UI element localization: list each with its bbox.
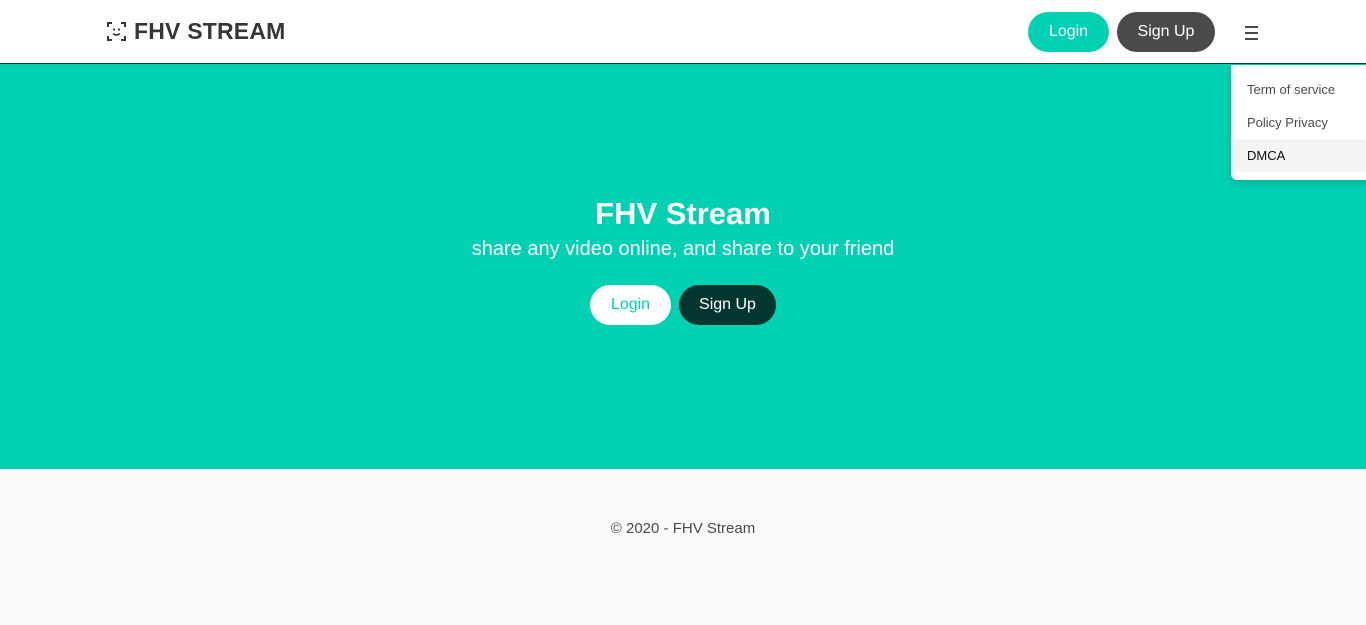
nav-login-button[interactable]: Login [1028,12,1109,52]
hero-signup-button[interactable]: Sign Up [679,285,776,325]
brand-title: FHV STREAM [134,18,286,44]
dropdown-item-dmca[interactable]: DMCA [1231,139,1366,172]
hamburger-menu-icon[interactable] [1238,20,1264,46]
footer: © 2020 - FHV Stream [0,469,1366,625]
hero-section: FHV Stream share any video online, and s… [0,64,1366,469]
dropdown-menu: Term of service Policy Privacy DMCA [1231,65,1366,180]
hero-login-button[interactable]: Login [590,285,671,325]
brand-link[interactable]: FHV STREAM [107,18,286,45]
nav-signup-button[interactable]: Sign Up [1117,12,1215,52]
dropdown-item-terms[interactable]: Term of service [1231,73,1366,106]
navbar: FHV STREAM Login Sign Up [0,0,1366,64]
face-scan-icon [107,22,126,41]
hero-title: FHV Stream [595,196,771,231]
hero-subtitle: share any video online, and share to you… [471,238,895,260]
footer-copyright: © 2020 - FHV Stream [610,520,756,537]
dropdown-item-privacy[interactable]: Policy Privacy [1231,106,1366,139]
